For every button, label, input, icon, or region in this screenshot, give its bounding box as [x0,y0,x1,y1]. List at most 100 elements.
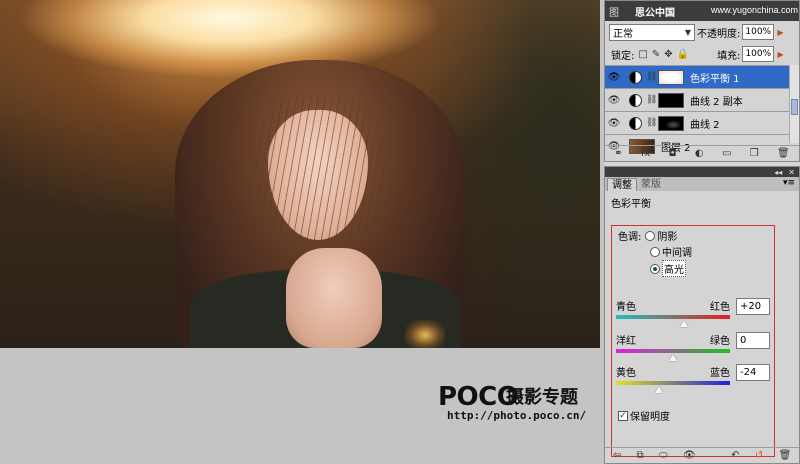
link-icon[interactable]: ⛓ [646,72,657,82]
layers-panel: 图 思公中国 www.yugonchina.com 正常 ▼ 不透明度: 100… [604,0,800,162]
blend-mode-select[interactable]: 正常 ▼ [609,23,695,41]
new-group-icon[interactable]: ▭ [722,148,731,159]
layer-mask-thumbnail[interactable] [658,115,684,131]
adjustments-panel: ◂◂ ✕ 调整 蒙版 ▾≡ 色彩平衡 色调: 阴影 中间调 高光 青色 红色 +… [604,166,800,464]
chevron-down-icon: ▼ [684,27,691,37]
adjustments-panel-header[interactable]: ◂◂ ✕ [605,167,799,177]
slider-left-label: 青色 [616,302,636,313]
add-mask-icon[interactable]: ◘ [669,148,677,159]
photo-hair-strands [255,95,385,245]
slider-magenta-green: 洋红 绿色 0 [616,332,772,361]
slider-yellow-blue: 黄色 蓝色 -24 [616,364,772,393]
fill-label: 填充: [717,50,741,62]
tone-row-midtones: 中间调 [650,244,692,259]
radio-shadows[interactable] [645,230,656,241]
lock-all-icon[interactable]: 🔒 [677,49,689,60]
color-balance-controls: 色调: 阴影 中间调 高光 青色 红色 +20 洋红 绿色 0 黄色 蓝色 -2… [611,225,775,457]
eye-icon[interactable]: 👁 [605,118,623,129]
opacity-slider-arrow-icon[interactable]: ▶ [777,28,783,37]
layer-mask-thumbnail[interactable] [658,69,684,85]
opacity-input[interactable]: 100% [742,24,775,40]
clip-to-layer-icon[interactable]: ⬭ [659,450,668,461]
slider-thumb[interactable] [669,354,677,361]
trash-icon[interactable]: 🗑 [779,450,792,461]
layer-mask-thumbnail[interactable] [658,92,684,108]
tone-label: 色调: [618,232,642,243]
scrollbar-thumb[interactable] [791,99,798,115]
eye-icon[interactable]: 👁 [605,95,623,106]
preserve-luminosity-label: 保留明度 [630,412,670,423]
tab-masks[interactable]: 蒙版 [637,178,665,191]
slider-value-input[interactable]: -24 [736,364,770,381]
slider-right-label: 绿色 [710,336,730,347]
slider-track[interactable] [616,349,730,361]
trash-icon[interactable]: 🗑 [777,148,790,159]
previous-state-icon[interactable]: ↶ [731,450,739,461]
right-panel-dock: 图 思公中国 www.yugonchina.com 正常 ▼ 不透明度: 100… [604,0,800,464]
panel-menu-icon[interactable]: ▾≡ [783,178,795,188]
preserve-luminosity-row[interactable]: ✓ 保留明度 [618,408,670,423]
blend-mode-value: 正常 [613,28,633,40]
link-icon[interactable]: ⛓ [646,95,657,105]
layer-row[interactable]: 👁 ⛓ 曲线 2 副本 [605,88,799,111]
document-canvas[interactable] [0,0,600,348]
slider-track[interactable] [616,381,730,393]
opacity-label: 不透明度: [697,28,741,40]
lock-icons: □ ✎ ✥ 🔒 [636,49,691,60]
slider-value-input[interactable]: 0 [736,332,770,349]
radio-highlights-label[interactable]: 高光 [662,260,686,277]
layer-row[interactable]: 👁 ⛓ 曲线 2 [605,111,799,134]
new-layer-icon[interactable]: ❐ [750,148,759,159]
lock-row: 锁定: □ ✎ ✥ 🔒 填充: 100% ▶ [605,43,799,65]
back-icon[interactable]: ⇦ [613,450,621,461]
link-layers-icon[interactable]: ⚭ [614,148,622,159]
link-icon[interactable]: ⛓ [646,118,657,128]
slider-right-label: 蓝色 [710,368,730,379]
fx-icon[interactable]: fx [641,148,650,159]
layers-tab[interactable]: 图 [609,4,619,19]
layers-panel-header[interactable]: 图 思公中国 www.yugonchina.com [605,1,799,21]
layer-list: 👁 ⛓ 色彩平衡 1 👁 ⛓ 曲线 2 副本 👁 ⛓ 曲线 2 👁 图层 2 [605,65,799,157]
fill-slider-arrow-icon[interactable]: ▶ [777,50,783,59]
site-watermark-url: www.yugonchina.com [711,5,799,15]
close-icon[interactable]: ✕ [788,168,795,177]
collapse-icon[interactable]: ◂◂ [774,168,782,177]
slider-track[interactable] [616,315,730,327]
adjustment-title: 色彩平衡 [611,199,651,210]
layer-row[interactable]: 👁 ⛓ 色彩平衡 1 [605,65,799,88]
layer-name: 曲线 2 副本 [690,96,743,108]
slider-thumb[interactable] [680,320,689,327]
lock-position-icon[interactable]: ✥ [664,49,672,60]
radio-midtones[interactable] [650,246,660,257]
photo-lens-flare [405,320,445,348]
reset-icon[interactable]: ↺ [755,450,763,461]
poco-subtitle: 摄影专题 [506,387,578,408]
radio-midtones-label[interactable]: 中间调 [662,244,692,259]
fill-input[interactable]: 100% [742,46,775,62]
tone-row-shadows: 色调: 阴影 [618,228,677,243]
tab-adjustments[interactable]: 调整 [607,178,637,191]
adjustments-tabs: 调整 蒙版 ▾≡ [605,177,799,191]
preserve-luminosity-checkbox[interactable]: ✓ [618,410,628,421]
visibility-icon[interactable]: 👁 [683,450,696,461]
lock-pixels-icon[interactable]: ✎ [652,49,660,60]
slider-left-label: 黄色 [616,368,636,379]
lock-transparent-icon[interactable]: □ [638,49,647,60]
blend-row: 正常 ▼ 不透明度: 100% ▶ [605,21,799,43]
radio-shadows-label[interactable]: 阴影 [657,228,677,243]
slider-thumb[interactable] [655,386,664,393]
adjustment-layer-icon [629,70,642,84]
layers-scrollbar[interactable] [789,65,799,143]
slider-left-label: 洋红 [616,336,636,347]
layer-name: 曲线 2 [690,119,720,131]
slider-cyan-red: 青色 红色 +20 [616,298,772,327]
eye-icon[interactable]: 👁 [605,72,623,83]
poco-url: http://photo.poco.cn/ [447,409,587,422]
slider-right-label: 红色 [710,302,730,313]
tone-row-highlights: 高光 [650,260,686,277]
expanded-view-icon[interactable]: ⧉ [636,450,643,461]
slider-value-input[interactable]: +20 [736,298,770,315]
adjustment-layer-icon [629,116,642,130]
radio-highlights[interactable] [650,263,660,274]
new-adjustment-icon[interactable]: ◐ [695,148,704,159]
